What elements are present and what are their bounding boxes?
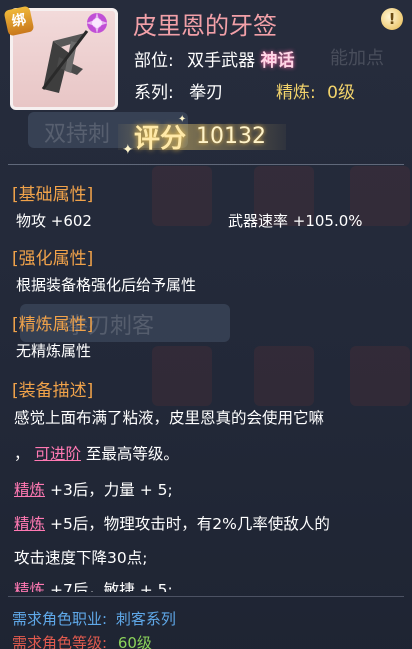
- refine-effect-3: +3后，力量 + 5;: [49, 481, 173, 499]
- slot-row: 部位: 双手武器 神话: [134, 46, 295, 71]
- bg-slot-5: [254, 346, 314, 406]
- bound-badge: 绑: [3, 5, 35, 37]
- slot-label: 部位:: [134, 51, 174, 71]
- sparkle-icon: ✦: [122, 142, 134, 158]
- required-job-row: 需求角色职业: 刺客系列: [12, 608, 176, 629]
- refine-value: 0级: [327, 83, 355, 103]
- required-level-value: 60级: [117, 634, 152, 649]
- series-label: 系列:: [134, 83, 174, 103]
- base-stat-attack: 物攻 +602: [16, 212, 92, 230]
- description-line-3: 精炼 +3后，力量 + 5;: [14, 478, 173, 500]
- bg-slot-4: [152, 346, 212, 406]
- required-job-value: 刺客系列: [115, 610, 176, 628]
- score-label: 评分: [134, 124, 187, 154]
- refine-attributes-title: [精炼属性]: [12, 315, 94, 335]
- base-attributes-title: [基础属性]: [12, 185, 94, 205]
- description-line-5: 攻击速度下降30点;: [14, 549, 148, 567]
- bg-slot-6: [350, 346, 410, 406]
- score-value: 10132: [196, 124, 266, 149]
- description-line-2-prefix: ，: [14, 445, 30, 463]
- refine-link-3[interactable]: 精炼: [14, 481, 45, 499]
- refine-link-5[interactable]: 精炼: [14, 515, 45, 533]
- refine-label: 精炼:: [276, 83, 316, 103]
- advance-link[interactable]: 可进阶: [34, 445, 81, 463]
- description-line-6: 精炼 +7后，敏捷 + 5;: [14, 578, 173, 592]
- bg-text-dual: 双持刺: [44, 122, 111, 147]
- mythic-gem-icon: [86, 12, 108, 34]
- refine-link-7[interactable]: 精炼: [14, 581, 45, 592]
- item-tooltip-panel: 双持刺 能加点 拳刃刺客 绑 皮里恩的牙签 ! 部位: 双手武器 神话 系列: …: [0, 0, 412, 649]
- refine-effect-7: +7后，敏捷 + 5;: [49, 581, 173, 592]
- rarity-tag: 神话: [260, 51, 295, 71]
- refine-level: 精炼: 0级: [276, 78, 355, 103]
- slot-value: 双手武器: [187, 51, 256, 71]
- bg-text-add-points: 能加点: [330, 48, 384, 69]
- series-value: 拳刃: [189, 83, 224, 103]
- required-level-row: 需求角色等级: 60级: [12, 632, 152, 649]
- bg-slot-1: [152, 166, 212, 226]
- refine-attributes-text: 无精炼属性: [16, 342, 92, 360]
- required-job-label: 需求角色职业:: [12, 610, 108, 628]
- divider: [8, 164, 404, 165]
- divider: [8, 596, 404, 597]
- refine-effect-5: +5后，物理攻击时，有2%几率使敌人的: [49, 515, 330, 533]
- description-line-2-suffix: 至最高等级。: [85, 445, 179, 463]
- description-title: [装备描述]: [12, 381, 94, 401]
- description-line-4: 精炼 +5后，物理攻击时，有2%几率使敌人的: [14, 512, 330, 534]
- enhance-attributes-text: 根据装备格强化后给予属性: [16, 276, 197, 294]
- required-level-label: 需求角色等级:: [12, 634, 108, 649]
- base-stat-speed: 武器速率 +105.0%: [228, 212, 363, 230]
- info-icon[interactable]: !: [381, 8, 403, 30]
- series-row: 系列: 拳刃: [134, 78, 223, 103]
- enhance-attributes-title: [强化属性]: [12, 249, 94, 269]
- description-line-1: 感觉上面布满了粘液，皮里恩真的会使用它嘛: [14, 409, 325, 427]
- item-name: 皮里恩的牙签: [133, 12, 277, 40]
- description-line-2: ， 可进阶 至最高等级。: [14, 442, 179, 464]
